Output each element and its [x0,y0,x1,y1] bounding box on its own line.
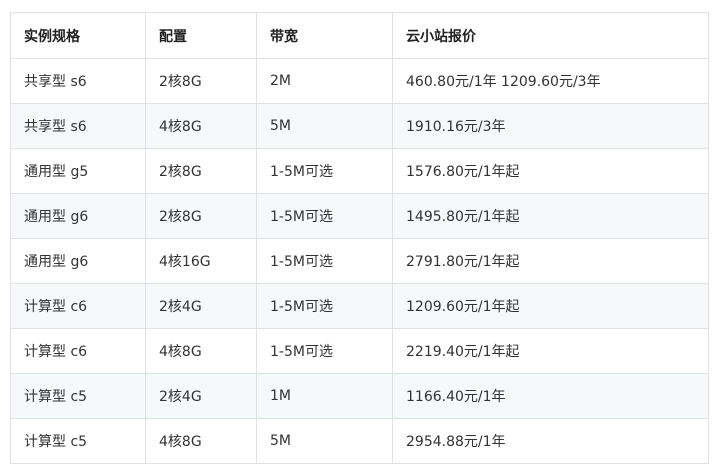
cell-bandwidth: 1-5M可选 [256,238,393,284]
cell-bandwidth: 5M [256,418,393,464]
cell-instance-spec: 共享型 s6 [10,103,146,149]
header-config: 配置 [145,12,257,59]
table-row: 计算型 c5 2核4G 1M 1166.40元/1年 [10,373,709,419]
cell-price: 2791.80元/1年起 [392,238,709,284]
table-row: 通用型 g6 4核16G 1-5M可选 2791.80元/1年起 [10,238,709,284]
table-header-row: 实例规格 配置 带宽 云小站报价 [10,12,709,59]
cell-config: 2核8G [145,193,257,239]
cell-instance-spec: 计算型 c6 [10,328,146,374]
table-row: 计算型 c5 4核8G 5M 2954.88元/1年 [10,418,709,464]
cell-price: 2219.40元/1年起 [392,328,709,374]
cell-config: 2核4G [145,373,257,419]
cell-config: 2核8G [145,58,257,104]
table-row: 通用型 g5 2核8G 1-5M可选 1576.80元/1年起 [10,148,709,194]
cell-instance-spec: 计算型 c6 [10,283,146,329]
cell-price: 1166.40元/1年 [392,373,709,419]
cell-instance-spec: 计算型 c5 [10,418,146,464]
table-row: 计算型 c6 2核4G 1-5M可选 1209.60元/1年起 [10,283,709,329]
cell-config: 2核4G [145,283,257,329]
cell-bandwidth: 1-5M可选 [256,148,393,194]
table-row: 共享型 s6 2核8G 2M 460.80元/1年 1209.60元/3年 [10,58,709,104]
cell-price: 1576.80元/1年起 [392,148,709,194]
cell-price: 1910.16元/3年 [392,103,709,149]
cell-bandwidth: 1-5M可选 [256,193,393,239]
cell-instance-spec: 通用型 g6 [10,238,146,284]
cell-config: 2核8G [145,148,257,194]
table-row: 通用型 g6 2核8G 1-5M可选 1495.80元/1年起 [10,193,709,239]
header-price: 云小站报价 [392,12,709,59]
cell-bandwidth: 1M [256,373,393,419]
table-row: 计算型 c6 4核8G 1-5M可选 2219.40元/1年起 [10,328,709,374]
cell-instance-spec: 计算型 c5 [10,373,146,419]
cell-config: 4核8G [145,418,257,464]
cell-config: 4核8G [145,328,257,374]
cell-instance-spec: 通用型 g5 [10,148,146,194]
cell-price: 1209.60元/1年起 [392,283,709,329]
header-bandwidth: 带宽 [256,12,393,59]
cell-price: 1495.80元/1年起 [392,193,709,239]
cell-price: 460.80元/1年 1209.60元/3年 [392,58,709,104]
cell-bandwidth: 2M [256,58,393,104]
cell-price: 2954.88元/1年 [392,418,709,464]
pricing-table: 实例规格 配置 带宽 云小站报价 共享型 s6 2核8G 2M 460.80元/… [10,12,709,464]
cell-bandwidth: 1-5M可选 [256,328,393,374]
cell-bandwidth: 5M [256,103,393,149]
cell-instance-spec: 共享型 s6 [10,58,146,104]
table-row: 共享型 s6 4核8G 5M 1910.16元/3年 [10,103,709,149]
cell-config: 4核16G [145,238,257,284]
cell-instance-spec: 通用型 g6 [10,193,146,239]
header-instance-spec: 实例规格 [10,12,146,59]
cell-config: 4核8G [145,103,257,149]
cell-bandwidth: 1-5M可选 [256,283,393,329]
pricing-table-container: 实例规格 配置 带宽 云小站报价 共享型 s6 2核8G 2M 460.80元/… [10,12,709,464]
